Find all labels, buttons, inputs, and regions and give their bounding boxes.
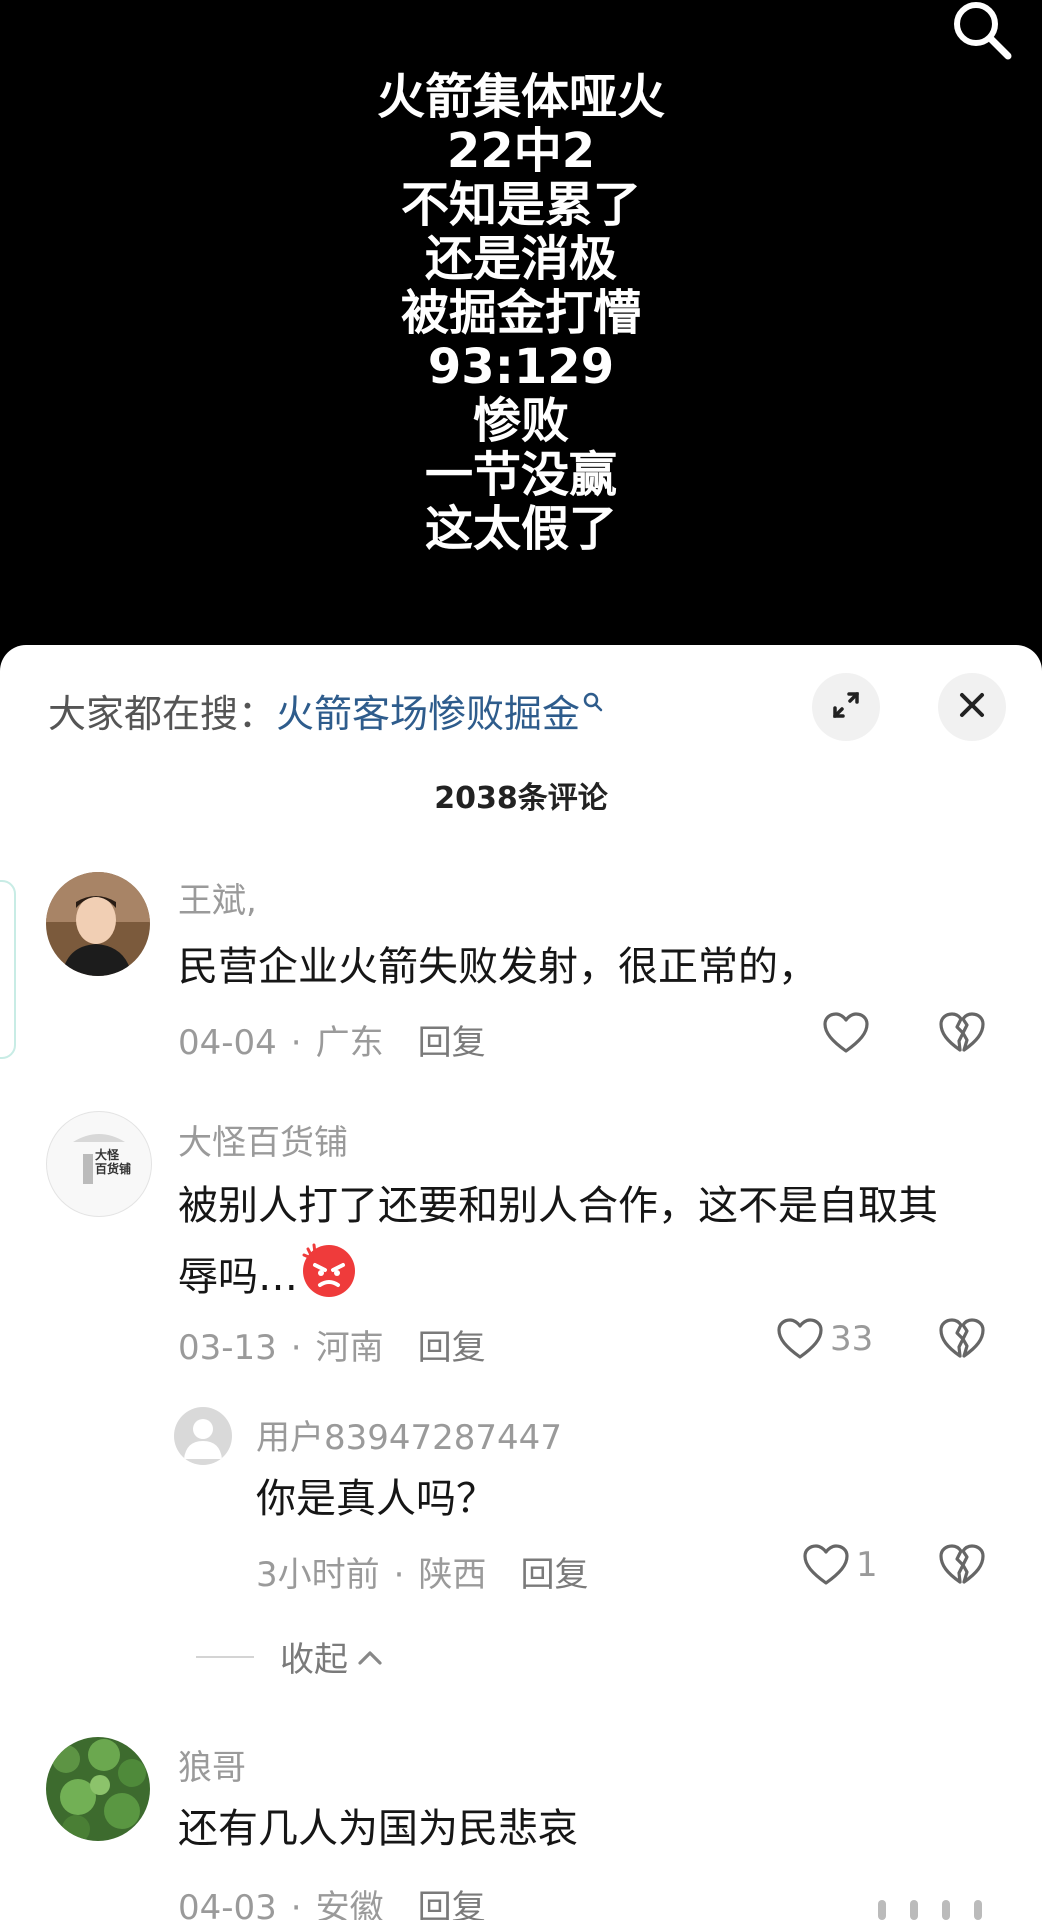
- dislike-button[interactable]: [938, 1317, 986, 1365]
- reply-button[interactable]: 回复: [520, 1555, 588, 1595]
- comment-date: 04-04: [178, 1023, 277, 1063]
- caption-line: 火箭集体哑火: [376, 69, 665, 125]
- dislike-button[interactable]: [938, 1543, 986, 1591]
- video-caption: 火箭集体哑火 22中2 不知是累了 还是消极 被掘金打懵 93:129 惨败 一…: [0, 70, 1042, 556]
- side-handle[interactable]: [0, 880, 16, 1059]
- reply-button[interactable]: 回复: [418, 1888, 486, 1920]
- heart-icon: [803, 1544, 849, 1585]
- close-button[interactable]: [938, 673, 1006, 741]
- expand-icon: [828, 687, 864, 727]
- comment-text: 民营企业火箭失败发射，很正常的，: [178, 944, 818, 990]
- broken-heart-icon: [939, 1012, 985, 1052]
- caption-line: 22中2: [446, 123, 596, 179]
- caption-line: 不知是累了: [400, 177, 641, 233]
- heart-icon: [823, 1012, 869, 1053]
- dislike-button[interactable]: [938, 1011, 986, 1059]
- comment-region: 安徽: [315, 1888, 384, 1920]
- chevron-up-icon: [358, 1650, 382, 1665]
- broken-heart-icon: [939, 1544, 985, 1584]
- like-button[interactable]: [822, 1011, 870, 1055]
- comment-date: 04-03: [178, 1888, 277, 1920]
- comment-username[interactable]: 狼哥: [178, 1740, 246, 1789]
- angry-emoji-icon: [298, 1239, 360, 1319]
- comment-date: 3小时前: [256, 1555, 380, 1595]
- reply-button[interactable]: 回复: [418, 1023, 486, 1063]
- caption-line: 惨败: [472, 393, 569, 449]
- comment-count: 2038条评论: [434, 781, 608, 816]
- comment-meta: 3小时前 · 陕西 回复: [256, 1555, 589, 1595]
- comment-text: 还有几人为国为民悲哀: [178, 1806, 578, 1852]
- search-icon: [582, 683, 606, 727]
- avatar[interactable]: [46, 872, 150, 976]
- collapse-replies-button[interactable]: 收起: [196, 1632, 384, 1681]
- like-count: 1: [856, 1545, 878, 1585]
- expand-button[interactable]: [812, 673, 880, 741]
- caption-line: 93:129: [427, 339, 615, 395]
- caption-line: 一节没赢: [424, 447, 617, 503]
- reply-button[interactable]: 回复: [418, 1328, 486, 1368]
- comment-date: 03-13: [178, 1328, 277, 1368]
- comment-sheet: 大家都在搜：火箭客场惨败掘金 2038条评论 王斌, 民营企业火箭失败发射，很正…: [0, 645, 1042, 1920]
- hot-search-keyword[interactable]: 火箭客场惨败掘金: [276, 692, 580, 736]
- broken-heart-icon: [939, 1318, 985, 1358]
- bottom-indicator: [878, 1900, 982, 1920]
- like-count: 33: [830, 1319, 874, 1359]
- close-icon: [957, 690, 987, 724]
- reply-username[interactable]: 用户83947287447: [256, 1410, 562, 1459]
- caption-line: 被掘金打懵: [400, 285, 641, 341]
- comment-meta: 04-04 · 广东 回复: [178, 1023, 486, 1063]
- comment-region: 河南: [315, 1328, 384, 1368]
- comment-meta: 04-03 · 安徽 回复: [178, 1880, 486, 1920]
- comment-region: 广东: [315, 1023, 384, 1063]
- collapse-label: 收起: [280, 1640, 348, 1680]
- hot-search-prefix: 大家都在搜：: [48, 692, 277, 736]
- avatar[interactable]: 大怪 百货铺: [46, 1111, 152, 1217]
- divider: [196, 1655, 254, 1658]
- comment-username[interactable]: 大怪百货铺: [178, 1115, 348, 1164]
- like-button[interactable]: 1: [802, 1543, 878, 1587]
- search-icon[interactable]: [950, 0, 1014, 62]
- reply-text: 你是真人吗？: [256, 1476, 496, 1522]
- video-area[interactable]: 火箭集体哑火 22中2 不知是累了 还是消极 被掘金打懵 93:129 惨败 一…: [0, 0, 1042, 645]
- caption-line: 这太假了: [424, 501, 617, 557]
- comment-text: 被别人打了还要和别人合作，这不是自取其 辱吗…: [178, 1173, 938, 1319]
- comment-region: 陕西: [418, 1555, 487, 1595]
- comment-meta: 03-13 · 河南 回复: [178, 1328, 486, 1368]
- avatar[interactable]: [174, 1407, 232, 1465]
- avatar-label: 大怪 百货铺: [95, 1148, 132, 1176]
- like-button[interactable]: 33: [776, 1317, 873, 1361]
- heart-icon: [777, 1318, 823, 1359]
- avatar[interactable]: [46, 1737, 150, 1841]
- caption-line: 还是消极: [424, 231, 617, 287]
- comment-username[interactable]: 王斌,: [178, 873, 257, 922]
- hot-search[interactable]: 大家都在搜：火箭客场惨败掘金: [48, 683, 606, 738]
